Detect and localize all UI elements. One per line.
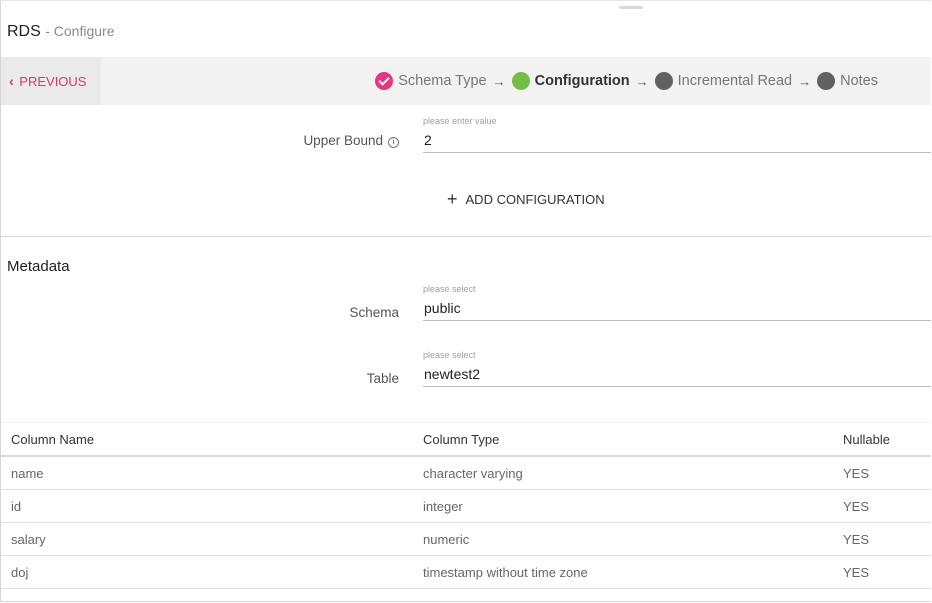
plus-icon: +	[447, 189, 458, 209]
step-label: Configuration	[534, 73, 630, 89]
schema-placeholder: please select	[423, 284, 476, 294]
configure-dialog: RDS - Configure ‹ PREVIOUS Schema Type →…	[0, 0, 931, 602]
divider	[1, 236, 931, 237]
column-header-name: Column Name	[1, 422, 423, 457]
schema-value: public	[424, 300, 461, 316]
step-dot-icon	[654, 72, 673, 90]
title-subtitle: - Configure	[45, 23, 115, 39]
table-header-row: Column Name Column Type Nullable	[1, 422, 931, 457]
previous-label: PREVIOUS	[19, 74, 87, 89]
column-header-type: Column Type	[423, 422, 833, 457]
schema-select[interactable]: please select public	[423, 284, 931, 321]
arrow-right-icon: →	[798, 73, 812, 89]
metadata-title: Metadata	[7, 258, 70, 275]
cell-column-type: integer	[423, 489, 833, 523]
schema-label: Schema	[349, 305, 399, 320]
check-circle-icon	[375, 72, 394, 90]
step-notes[interactable]: Notes	[817, 72, 878, 90]
table-row: name character varying YES	[1, 456, 931, 490]
table-row: salary numeric YES	[1, 522, 931, 556]
info-icon[interactable]: i	[388, 137, 399, 148]
cell-nullable: YES	[833, 555, 931, 589]
cell-nullable: YES	[833, 522, 931, 556]
step-dot-icon	[817, 72, 836, 90]
step-dot-icon	[511, 72, 530, 90]
upper-bound-input[interactable]: please enter value 2	[423, 116, 931, 153]
step-bar: ‹ PREVIOUS Schema Type → Configuration →…	[1, 57, 931, 105]
arrow-right-icon: →	[635, 73, 649, 89]
chevron-left-icon: ‹	[9, 73, 14, 89]
table-label: Table	[366, 371, 399, 386]
add-configuration-label: ADD CONFIGURATION	[465, 192, 605, 207]
table-row: id integer YES	[1, 489, 931, 523]
step-configuration[interactable]: Configuration	[511, 72, 630, 90]
table-select[interactable]: please select newtest2	[423, 350, 931, 387]
column-header-nullable: Nullable	[833, 422, 931, 457]
cell-column-type: timestamp without time zone	[423, 555, 833, 589]
cell-column-name: name	[1, 456, 423, 490]
arrow-right-icon: →	[492, 73, 506, 89]
table-row: doj timestamp without time zone YES	[1, 555, 931, 589]
step-label: Incremental Read	[677, 73, 793, 89]
page-title: RDS - Configure	[7, 23, 115, 41]
upper-bound-label-text: Upper Bound	[303, 133, 383, 148]
table-placeholder: please select	[423, 350, 476, 360]
title-main: RDS	[7, 23, 41, 40]
upper-bound-label: Upper Bound i	[303, 133, 399, 148]
drag-handle[interactable]	[619, 6, 643, 9]
cell-nullable: YES	[833, 456, 931, 490]
cell-nullable: YES	[833, 489, 931, 523]
table-value: newtest2	[424, 366, 481, 382]
columns-table: Column Name Column Type Nullable name ch…	[1, 422, 931, 589]
add-configuration-button[interactable]: + ADD CONFIGURATION	[447, 189, 605, 210]
stepper: Schema Type → Configuration → Incrementa…	[375, 57, 878, 105]
cell-column-type: character varying	[423, 456, 833, 490]
step-label: Schema Type	[398, 73, 487, 89]
step-schema-type[interactable]: Schema Type	[375, 72, 487, 90]
upper-bound-value: 2	[424, 132, 432, 148]
step-incremental-read[interactable]: Incremental Read	[654, 72, 793, 90]
cell-column-type: numeric	[423, 522, 833, 556]
step-label: Notes	[840, 73, 878, 89]
previous-button[interactable]: ‹ PREVIOUS	[1, 57, 101, 105]
cell-column-name: id	[1, 489, 423, 523]
upper-bound-placeholder: please enter value	[423, 116, 497, 126]
cell-column-name: salary	[1, 522, 423, 556]
cell-column-name: doj	[1, 555, 423, 589]
